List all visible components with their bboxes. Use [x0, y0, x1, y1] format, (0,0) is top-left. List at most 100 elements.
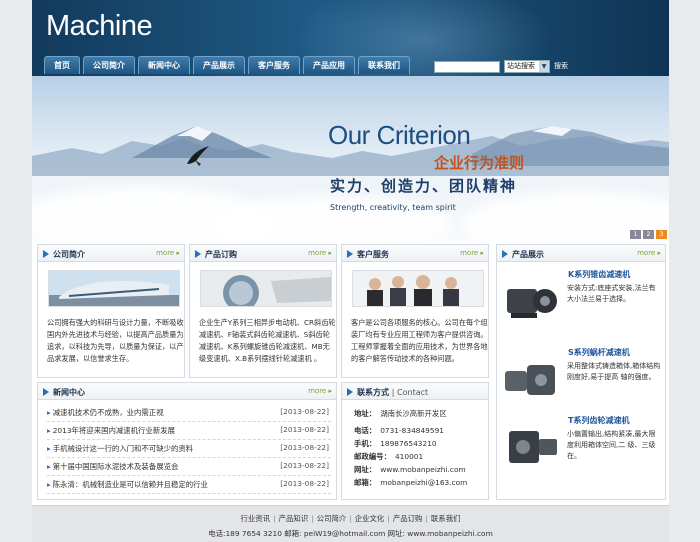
contact-value: 189876543210	[380, 439, 437, 448]
banner-page-1[interactable]: 1	[630, 230, 641, 239]
products-title: 产品展示	[512, 250, 544, 259]
nav-item-service[interactable]: 客户服务	[248, 56, 300, 74]
main-nav: 首页 公司简介 新闻中心 产品展示 客户服务 产品应用 联系我们	[44, 56, 410, 74]
service-more-link[interactable]: more	[460, 249, 484, 257]
product-item[interactable]: K系列锥齿减速机 安装方式:底座式安装,法兰有大小法兰易于选择。	[501, 263, 659, 341]
news-item-title[interactable]: 2013年将迎来国内减速机行业新发展	[47, 425, 175, 436]
footer: 行业资讯 | 产品知识 | 公司简介 | 企业文化 | 产品订购 | 联系我们 电话:189 765…	[32, 505, 669, 542]
service-panel: 客户服务 more 客户是公司各项服务的核心。公司在每个组装厂均有专业应用工程师…	[341, 244, 489, 378]
order-more-link[interactable]: more	[308, 249, 332, 257]
banner-tagline-en: Strength, creativity, team spirit	[330, 203, 456, 212]
contact-value[interactable]: mobanpeizhi@163.com	[380, 478, 467, 487]
product-item[interactable]: T系列齿轮减速机 小偏置输出,结构紧凑,最大限度利用箱体空间,二 级、三级在。	[501, 409, 659, 487]
banner-title: Our Criterion	[328, 120, 471, 150]
order-title: 产品订购	[205, 250, 237, 259]
triangle-icon	[195, 250, 201, 258]
contact-label: 邮政编号：	[354, 452, 391, 461]
contact-value: 湖南长沙高新开发区	[380, 409, 447, 418]
contact-postcode: 邮政编号： 410001	[354, 451, 423, 462]
products-panel-header: 产品展示 more	[497, 245, 665, 262]
nav-item-home[interactable]: 首页	[44, 56, 80, 74]
news-more-link[interactable]: more	[308, 387, 332, 395]
product-desc: 采用整体式铸造箱体,箱体结构刚度好,易于提高 轴的强度。	[567, 362, 661, 381]
news-item-date: [2013-08-22]	[280, 479, 329, 488]
nav-item-about[interactable]: 公司简介	[83, 56, 135, 74]
order-image[interactable]	[200, 270, 332, 307]
page: Machine 首页 公司简介 新闻中心 产品展示 客户服务 产品应用 联系我们…	[32, 0, 669, 542]
search-scope-value: 站站搜索	[507, 62, 535, 70]
product-title[interactable]: T系列齿轮减速机	[568, 415, 629, 426]
product-image[interactable]	[501, 353, 563, 405]
order-panel-header: 产品订购 more	[190, 245, 336, 262]
contact-label: 网址：	[354, 465, 377, 474]
contact-website: 网址： www.mobanpeizhi.com	[354, 464, 466, 475]
news-item-title[interactable]: 减速机技术仍不成熟，业内需正视	[47, 407, 164, 418]
product-title[interactable]: K系列锥齿减速机	[568, 269, 630, 280]
news-item[interactable]: 手机械设计这一行的入门和不可缺少的资料 [2013-08-22]	[47, 440, 331, 458]
footer-links: 行业资讯 | 产品知识 | 公司简介 | 企业文化 | 产品订购 | 联系我们	[32, 513, 669, 524]
search-button[interactable]: 搜索	[554, 61, 568, 71]
news-item-date: [2013-08-22]	[280, 425, 329, 434]
contact-title-en: | Contact	[391, 388, 429, 397]
news-item[interactable]: 第十届中国国际水泥技术及装备展览会 [2013-08-22]	[47, 458, 331, 476]
contact-label: 邮箱：	[354, 478, 377, 487]
footer-contact: 电话:189 7654 3210 邮箱: peiW19@hotmail.com …	[208, 529, 493, 538]
contact-panel: 联系方式 | Contact 地址： 湖南长沙高新开发区 电话： 0731-8348…	[341, 382, 489, 500]
contact-mobile: 手机： 189876543210	[354, 438, 437, 449]
triangle-icon	[43, 388, 49, 396]
news-item[interactable]: 陈永清：机械制造业是可以信赖并且稳定的行业 [2013-08-22]	[47, 476, 331, 494]
news-item-title[interactable]: 第十届中国国际水泥技术及装备展览会	[47, 461, 179, 472]
news-item[interactable]: 2013年将迎来国内减速机行业新发展 [2013-08-22]	[47, 422, 331, 440]
news-panel: 新闻中心 more 减速机技术仍不成熟，业内需正视 [2013-08-22] 2…	[37, 382, 337, 500]
footer-link[interactable]: 企业文化	[355, 514, 385, 523]
product-title[interactable]: S系列蜗杆减速机	[568, 347, 630, 358]
about-panel: 公司简介 more 公司拥有强大的科研与设计力量，不断吸收国内外先进技术与经验，…	[37, 244, 185, 378]
banner-slogan-cn: 企业行为准则	[434, 154, 525, 172]
product-image[interactable]	[501, 275, 563, 327]
search-input[interactable]	[434, 61, 500, 73]
contact-title-cn: 联系方式	[357, 388, 389, 397]
news-panel-header: 新闻中心 more	[38, 383, 336, 400]
banner-page-3[interactable]: 3	[656, 230, 667, 239]
news-item-date: [2013-08-22]	[280, 461, 329, 470]
nav-item-contact[interactable]: 联系我们	[358, 56, 410, 74]
product-item[interactable]: S系列蜗杆减速机 采用整体式铸造箱体,箱体结构刚度好,易于提高 轴的强度。	[501, 341, 661, 419]
banner-pager: 1 2 3	[630, 230, 667, 239]
nav-item-news[interactable]: 新闻中心	[138, 56, 190, 74]
service-image[interactable]	[352, 270, 484, 307]
product-image[interactable]	[501, 421, 563, 473]
about-image[interactable]	[48, 270, 180, 307]
footer-link[interactable]: 公司简介	[317, 514, 347, 523]
news-item-title[interactable]: 陈永清：机械制造业是可以信赖并且稳定的行业	[47, 479, 208, 490]
triangle-icon	[347, 388, 353, 396]
products-more-link[interactable]: more	[637, 249, 661, 257]
footer-link[interactable]: 行业资讯	[241, 514, 271, 523]
service-text: 客户是公司各项服务的核心。公司在每个组装厂均有专业应用工程师为客户提供咨询。工程…	[351, 318, 488, 363]
mountain-illustration	[32, 126, 669, 176]
news-item-title[interactable]: 手机械设计这一行的入门和不可缺少的资料	[47, 443, 193, 454]
banner-page-2[interactable]: 2	[643, 230, 654, 239]
news-item-date: [2013-08-22]	[280, 443, 329, 452]
about-more-link[interactable]: more	[156, 249, 180, 257]
site-logo[interactable]: Machine	[46, 10, 153, 43]
banner-tagline-cn: 实力、创造力、团队精神	[330, 177, 518, 195]
contact-label: 手机：	[354, 439, 377, 448]
news-item[interactable]: 减速机技术仍不成熟，业内需正视 [2013-08-22]	[47, 404, 331, 422]
contact-value: 410001	[394, 452, 424, 461]
triangle-icon	[502, 250, 508, 258]
search-scope-select[interactable]: 站站搜索 ▼	[504, 60, 550, 73]
about-text: 公司拥有强大的科研与设计力量，不断吸收国内外先进技术与经验，以提高产品质量为追求…	[47, 318, 184, 363]
footer-link[interactable]: 产品知识	[279, 514, 309, 523]
footer-link[interactable]: 产品订购	[393, 514, 423, 523]
news-item-date: [2013-08-22]	[280, 407, 329, 416]
triangle-icon	[43, 250, 49, 258]
about-panel-header: 公司简介 more	[38, 245, 184, 262]
nav-item-products[interactable]: 产品展示	[193, 56, 245, 74]
order-panel: 产品订购 more 企业生产Y系列三相异步电动机、CR斜齿轮减速机、F轴装式斜齿…	[189, 244, 337, 378]
footer-separator: |	[311, 514, 314, 523]
contact-value[interactable]: www.mobanpeizhi.com	[380, 465, 465, 474]
nav-item-application[interactable]: 产品应用	[303, 56, 355, 74]
footer-link[interactable]: 联系我们	[431, 514, 461, 523]
news-title: 新闻中心	[53, 388, 85, 397]
about-title: 公司简介	[53, 250, 85, 259]
